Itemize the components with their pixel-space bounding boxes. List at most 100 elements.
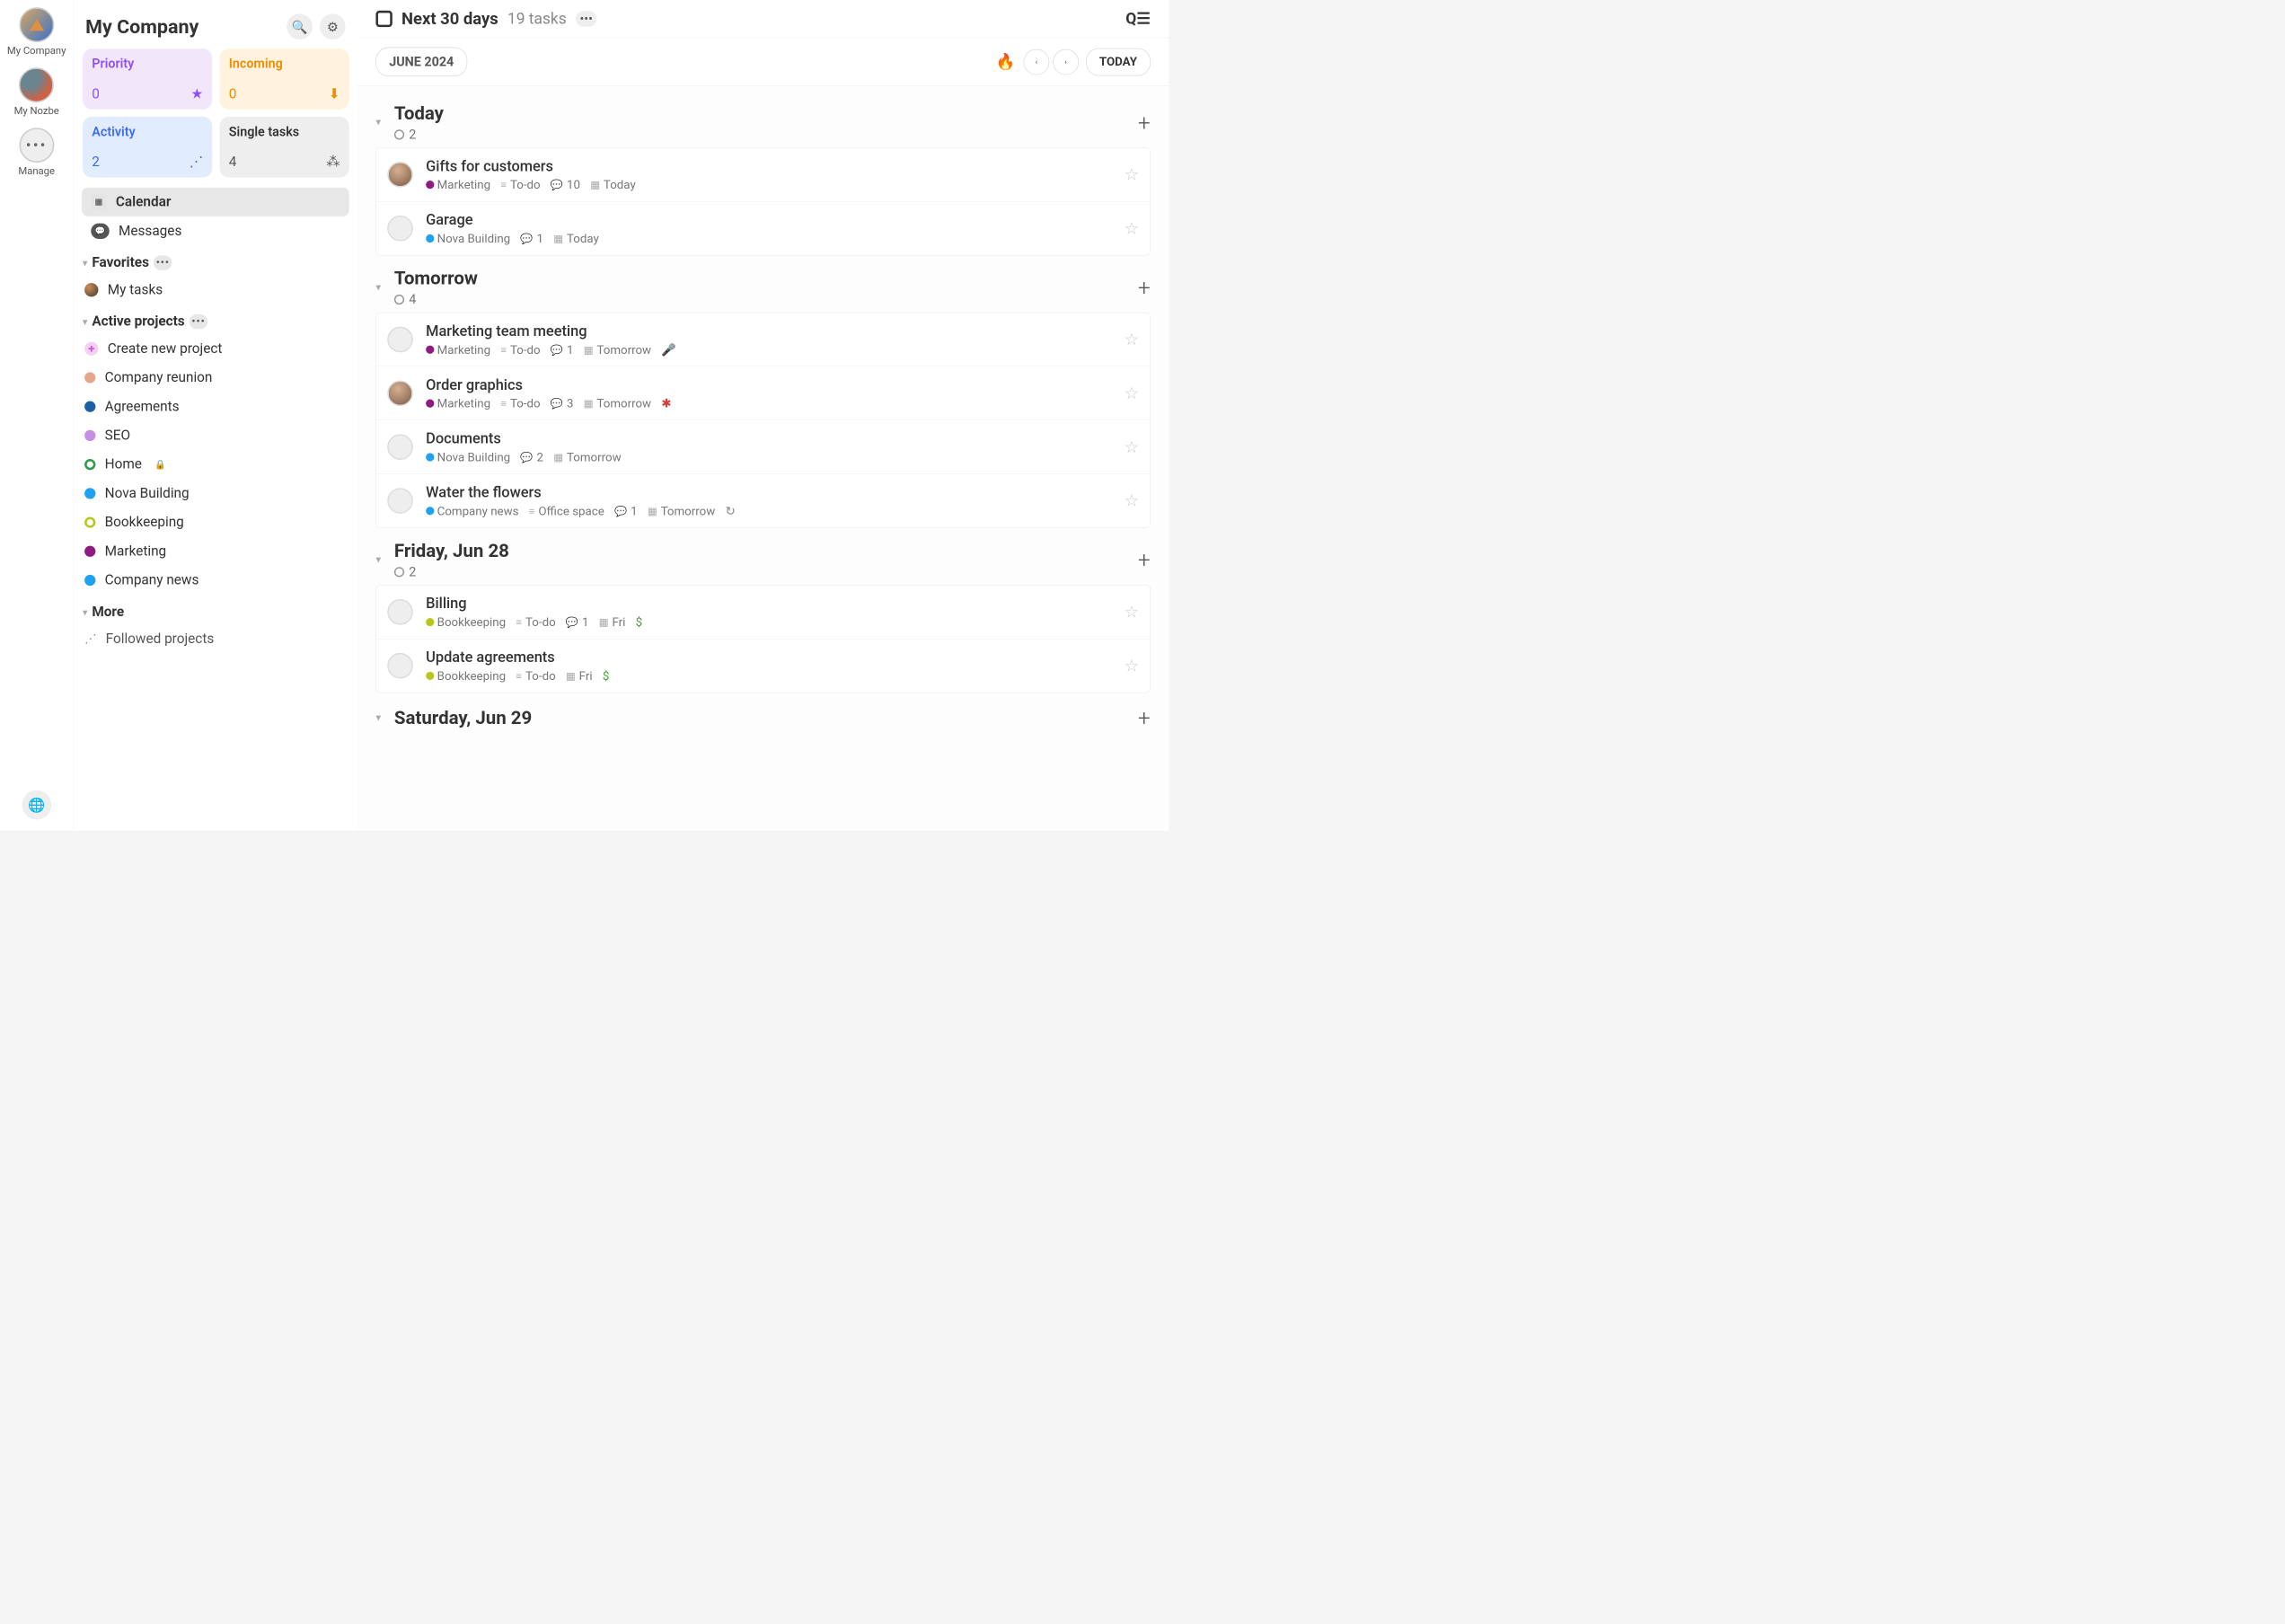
task-row[interactable]: Order graphics Marketing≡ To-do💬 3▦ Tomo… <box>376 366 1150 420</box>
projects-label: Active projects <box>92 313 184 330</box>
nav-calendar[interactable]: ▦ Calendar <box>82 188 349 216</box>
task-comments[interactable]: 💬 1 <box>551 343 574 357</box>
checkbox-ring[interactable] <box>387 488 413 514</box>
filter-icon[interactable]: Q☰ <box>1125 10 1151 28</box>
checkbox-ring[interactable] <box>387 216 413 242</box>
day-header[interactable]: ▾ Tomorrow 4 + <box>375 260 1150 313</box>
task-row[interactable]: Gifts for customers Marketing≡ To-do💬 10… <box>376 148 1150 202</box>
project-item[interactable]: Marketing <box>82 536 349 565</box>
star-icon[interactable]: ☆ <box>1124 656 1139 675</box>
star-icon[interactable]: ☆ <box>1124 218 1139 237</box>
add-task-button[interactable]: + <box>1138 546 1151 572</box>
projects-header[interactable]: ▾ Active projects ••• <box>83 313 349 330</box>
task-row[interactable]: Marketing team meeting Marketing≡ To-do💬… <box>376 313 1150 366</box>
task-date[interactable]: ▦ Today <box>590 178 636 191</box>
today-button[interactable]: TODAY <box>1086 48 1151 75</box>
task-row[interactable]: Update agreements Bookkeeping≡ To-do▦ Fr… <box>376 639 1150 692</box>
add-task-button[interactable]: + <box>1138 274 1151 300</box>
task-row[interactable]: Water the flowers Company news≡ Office s… <box>376 474 1150 527</box>
task-date[interactable]: ▦ Fri <box>599 615 626 629</box>
checkbox-ring[interactable] <box>387 599 413 625</box>
project-item[interactable]: Nova Building <box>82 479 349 508</box>
next-button[interactable]: › <box>1053 49 1079 75</box>
project-item[interactable]: Home🔒 <box>82 450 349 479</box>
avatar-icon[interactable] <box>387 162 413 188</box>
task-project[interactable]: Marketing <box>426 397 490 410</box>
more-menu-icon[interactable]: ••• <box>576 11 597 26</box>
task-comments[interactable]: 💬 1 <box>520 232 543 245</box>
task-project[interactable]: Bookkeeping <box>426 669 506 683</box>
task-date[interactable]: ▦ Fri <box>566 669 593 683</box>
task-date[interactable]: ▦ Tomorrow <box>584 343 651 357</box>
checkbox-ring[interactable] <box>387 434 413 460</box>
task-comments[interactable]: 💬 10 <box>551 178 580 191</box>
task-date[interactable]: ▦ Today <box>553 232 599 245</box>
task-project[interactable]: Marketing <box>426 343 490 357</box>
month-picker[interactable]: JUNE 2024 <box>375 48 467 76</box>
task-section[interactable]: ≡ To-do <box>516 615 555 629</box>
favorites-header[interactable]: ▾ Favorites ••• <box>83 254 349 270</box>
star-icon[interactable]: ☆ <box>1124 603 1139 622</box>
task-row[interactable]: Garage Nova Building💬 1▦ Today☆ <box>376 202 1150 255</box>
tile-priority[interactable]: Priority 0★ <box>83 49 212 110</box>
task-comments[interactable]: 💬 1 <box>566 615 589 629</box>
star-icon[interactable]: ☆ <box>1124 491 1139 510</box>
task-date[interactable]: ▦ Tomorrow <box>584 397 651 410</box>
task-section[interactable]: ≡ To-do <box>500 343 540 357</box>
task-project[interactable]: Nova Building <box>426 232 510 245</box>
workspace-manage[interactable]: ••• Manage <box>18 128 55 177</box>
workspace-my-company[interactable]: My Company <box>7 7 66 57</box>
favorites-menu-icon[interactable]: ••• <box>154 255 172 269</box>
tile-activity[interactable]: Activity 2⋰ <box>83 117 212 178</box>
project-item[interactable]: Company news <box>82 566 349 595</box>
prev-button[interactable]: ‹ <box>1024 49 1050 75</box>
favorite-my-tasks[interactable]: My tasks <box>82 275 349 304</box>
task-section[interactable]: ≡ To-do <box>516 669 555 683</box>
star-icon[interactable]: ☆ <box>1124 384 1139 402</box>
project-item[interactable]: SEO <box>82 421 349 450</box>
project-item[interactable]: Bookkeeping <box>82 508 349 536</box>
create-project-button[interactable]: + Create new project <box>82 334 349 363</box>
star-icon[interactable]: ☆ <box>1124 165 1139 184</box>
task-project[interactable]: Company news <box>426 505 518 518</box>
task-section[interactable]: ≡ To-do <box>500 397 540 410</box>
checkbox-ring[interactable] <box>387 327 413 353</box>
tile-single-tasks[interactable]: Single tasks 4⁂ <box>219 117 348 178</box>
checkbox-ring[interactable] <box>387 653 413 679</box>
task-comments[interactable]: 💬 2 <box>520 451 543 464</box>
task-project[interactable]: Marketing <box>426 178 490 191</box>
rss-icon: ⋰ <box>84 632 96 646</box>
project-item[interactable]: Company reunion <box>82 363 349 392</box>
task-project[interactable]: Bookkeeping <box>426 615 506 629</box>
star-icon[interactable]: ☆ <box>1124 437 1139 456</box>
task-section[interactable]: ≡ Office space <box>529 505 604 518</box>
task-section[interactable]: ≡ To-do <box>500 178 540 191</box>
avatar-icon[interactable] <box>387 381 413 407</box>
task-row[interactable]: Documents Nova Building💬 2▦ Tomorrow☆ <box>376 420 1150 474</box>
projects-menu-icon[interactable]: ••• <box>190 314 207 329</box>
sidebar-toggle-icon[interactable] <box>375 11 392 27</box>
task-date[interactable]: ▦ Tomorrow <box>553 451 621 464</box>
nav-messages[interactable]: 💬 Messages <box>82 216 349 245</box>
project-item[interactable]: Agreements <box>82 392 349 420</box>
add-task-button[interactable]: + <box>1138 109 1151 135</box>
day-header[interactable]: ▾ Today 2 + <box>375 95 1150 147</box>
fire-icon[interactable]: 🔥 <box>996 53 1016 71</box>
search-icon[interactable]: 🔍 <box>287 13 313 40</box>
followed-projects[interactable]: ⋰ Followed projects <box>82 624 349 653</box>
globe-icon[interactable]: 🌐 <box>22 790 51 820</box>
add-task-button[interactable]: + <box>1138 705 1151 731</box>
gear-icon[interactable]: ⚙ <box>320 13 346 40</box>
star-icon[interactable]: ☆ <box>1124 330 1139 349</box>
workspace-my-nozbe[interactable]: My Nozbe <box>14 67 59 117</box>
task-comments[interactable]: 💬 1 <box>614 505 638 518</box>
day-header[interactable]: ▾ Saturday, Jun 29 + <box>375 697 1150 736</box>
more-header[interactable]: ▾ More <box>83 604 349 620</box>
task-comments[interactable]: 💬 3 <box>551 397 574 410</box>
plus-icon: + <box>84 341 98 355</box>
task-date[interactable]: ▦ Tomorrow <box>648 505 715 518</box>
day-header[interactable]: ▾ Friday, Jun 28 2 + <box>375 533 1150 585</box>
task-project[interactable]: Nova Building <box>426 451 510 464</box>
task-row[interactable]: Billing Bookkeeping≡ To-do💬 1▦ Fri$☆ <box>376 586 1150 640</box>
tile-incoming[interactable]: Incoming 0⬇ <box>219 49 348 110</box>
